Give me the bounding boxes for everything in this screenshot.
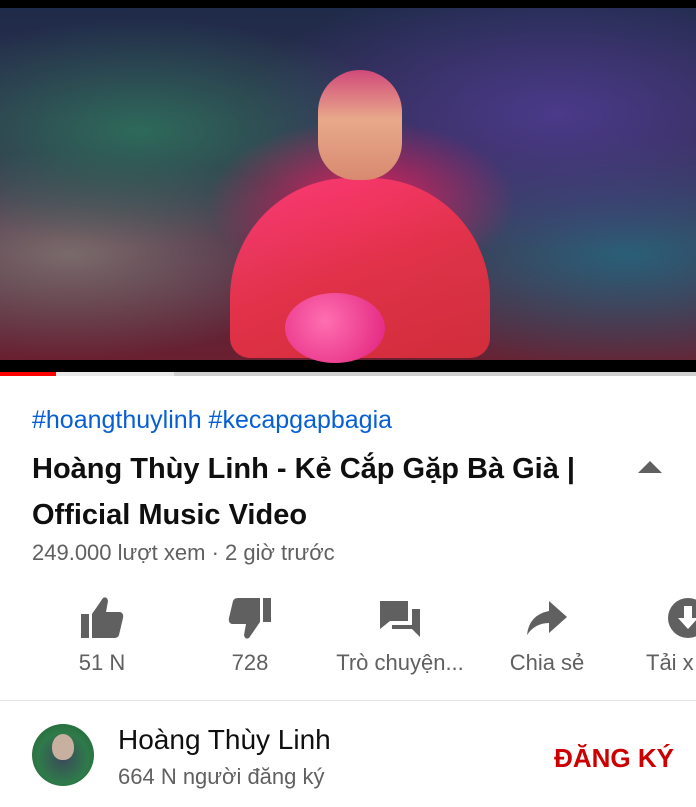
download-label: Tải x (646, 650, 694, 675)
subscribe-button[interactable]: ĐĂNG KÝ (524, 738, 674, 778)
subscriber-count: 664 N người đăng ký (118, 764, 325, 789)
action-bar: 51 N 728 Trò chuyện... Chia sẻ Tải x (0, 590, 696, 690)
video-frame[interactable] (0, 8, 696, 363)
channel-name[interactable]: Hoàng Thùy Linh (118, 724, 331, 756)
chat-button[interactable]: Trò chuyện... (325, 590, 475, 690)
video-meta: 249.000 lượt xem · 2 giờ trước (32, 540, 335, 565)
chevron-up-icon (638, 461, 662, 473)
video-player[interactable] (0, 0, 696, 372)
dislike-button[interactable]: 728 (175, 590, 325, 690)
download-icon (664, 594, 696, 642)
chat-label: Trò chuyện... (336, 650, 464, 675)
thumbs-up-icon (78, 594, 126, 642)
like-count: 51 N (78, 650, 126, 675)
download-button[interactable]: Tải x (612, 590, 696, 690)
video-figure-head (318, 70, 402, 180)
collapse-button[interactable] (630, 452, 670, 482)
dislike-count: 728 (231, 650, 269, 675)
video-progress-bar[interactable] (0, 372, 696, 376)
divider (0, 700, 696, 701)
thumbs-down-icon (226, 594, 274, 642)
share-label: Chia sẻ (509, 650, 585, 675)
hashtag-link[interactable]: #kecapgapbagia (209, 406, 393, 434)
chat-icon (376, 594, 424, 642)
channel-avatar[interactable] (32, 724, 94, 786)
video-ball (285, 293, 385, 363)
progress-played (0, 372, 56, 376)
hashtag-link[interactable]: #hoangthuylinh (32, 406, 202, 434)
share-button[interactable]: Chia sẻ (472, 590, 622, 690)
share-icon (523, 594, 571, 642)
video-title[interactable]: Hoàng Thùy Linh - Kẻ Cắp Gặp Bà Già | Of… (32, 446, 612, 538)
progress-buffered (55, 372, 174, 376)
like-button[interactable]: 51 N (27, 590, 177, 690)
hashtags: #hoangthuylinh #kecapgapbagia (32, 406, 392, 435)
